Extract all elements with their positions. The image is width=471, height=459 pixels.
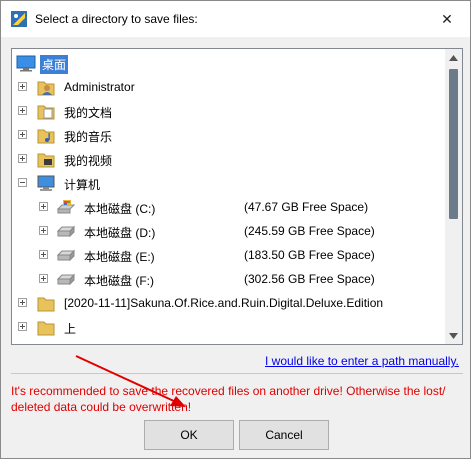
folder-icon: [37, 297, 55, 312]
tree-item-music[interactable]: 我的音乐: [12, 123, 444, 147]
expand-icon[interactable]: [39, 226, 48, 235]
expand-icon[interactable]: [39, 274, 48, 283]
tree-item-administrator[interactable]: Administrator: [12, 75, 444, 99]
divider: [11, 373, 463, 374]
tree-item-drive-d[interactable]: 本地磁盘 (D:) (245.59 GB Free Space): [12, 219, 444, 243]
music-folder-icon: [37, 129, 55, 144]
cancel-button[interactable]: Cancel: [239, 420, 329, 450]
expand-icon[interactable]: [18, 322, 27, 331]
tree-item-label: 桌面: [40, 55, 69, 74]
free-space-text: (47.67 GB Free Space): [244, 200, 369, 214]
tree-item-label: 本地磁盘 (D:): [84, 226, 156, 240]
tree-item-computer[interactable]: 计算机: [12, 171, 444, 195]
tree-item-label: 我的音乐: [64, 130, 113, 144]
documents-folder-icon: [37, 105, 55, 120]
directory-tree[interactable]: 桌面 Administrator 我的文档 我的音乐 我的视频 计算机 本地磁盘…: [11, 48, 463, 345]
tree-item-label: 本地磁盘 (C:): [84, 202, 156, 216]
folder-icon: [36, 341, 56, 345]
tree-item-label: 本地磁盘 (F:): [84, 274, 154, 288]
save-directory-dialog: Select a directory to save files: ✕ 桌面 A…: [0, 0, 471, 459]
tree-item-label: 我的文档: [64, 106, 113, 120]
videos-folder-icon: [37, 153, 55, 168]
expand-icon[interactable]: [18, 130, 27, 139]
system-drive-icon: [56, 200, 76, 214]
warning-text: It's recommended to save the recovered f…: [11, 384, 446, 414]
tree-item-drive-f[interactable]: 本地磁盘 (F:) (302.56 GB Free Space): [12, 267, 444, 291]
title-bar: Select a directory to save files: ✕: [1, 1, 470, 37]
tree-item-folder-shang[interactable]: 上: [12, 315, 444, 339]
computer-icon: [37, 175, 55, 191]
scrollbar-thumb[interactable]: [449, 69, 458, 219]
free-space-text: (183.50 GB Free Space): [244, 248, 375, 262]
chevron-up-icon: [449, 54, 458, 61]
hard-drive-icon: [56, 273, 76, 286]
expand-icon[interactable]: [18, 82, 27, 91]
ok-button[interactable]: OK: [144, 420, 234, 450]
expand-icon[interactable]: [18, 298, 27, 307]
vertical-scrollbar[interactable]: [445, 49, 462, 344]
expand-icon[interactable]: [39, 202, 48, 211]
chevron-down-icon: [449, 332, 458, 339]
tree-item-videos[interactable]: 我的视频: [12, 147, 444, 171]
close-icon: ✕: [441, 10, 453, 27]
expand-icon[interactable]: [18, 106, 27, 115]
scroll-down-button[interactable]: [445, 327, 462, 344]
folder-icon: [37, 321, 55, 336]
hard-drive-icon: [56, 249, 76, 262]
hard-drive-icon: [56, 225, 76, 238]
close-button[interactable]: ✕: [424, 1, 470, 37]
tree-item-label: 本地磁盘 (E:): [84, 250, 155, 264]
tree-item-label: 计算机: [64, 178, 101, 192]
tree-item-label: 下: [64, 344, 76, 345]
dialog-content: 桌面 Administrator 我的文档 我的音乐 我的视频 计算机 本地磁盘…: [1, 37, 470, 458]
tree-item-label: 我的视频: [64, 154, 113, 168]
desktop-icon: [16, 55, 36, 72]
tree-item-label: [2020-11-11]Sakuna.Of.Rice.and.Ruin.Digi…: [64, 296, 384, 310]
window-title: Select a directory to save files:: [35, 12, 198, 26]
free-space-text: (245.59 GB Free Space): [244, 224, 375, 238]
app-icon: [11, 11, 27, 27]
tree-item-label: Administrator: [64, 80, 135, 94]
scroll-up-button[interactable]: [445, 49, 462, 66]
tree-item-desktop[interactable]: 桌面: [12, 51, 444, 75]
tree-item-documents[interactable]: 我的文档: [12, 99, 444, 123]
tree-item-drive-e[interactable]: 本地磁盘 (E:) (183.50 GB Free Space): [12, 243, 444, 267]
tree-item-sakuna-folder[interactable]: [2020-11-11]Sakuna.Of.Rice.and.Ruin.Digi…: [12, 291, 444, 315]
tree-item-folder-xia[interactable]: 下: [12, 339, 444, 345]
free-space-text: (302.56 GB Free Space): [244, 272, 375, 286]
tree-item-drive-c[interactable]: 本地磁盘 (C:) (47.67 GB Free Space): [12, 195, 444, 219]
collapse-icon[interactable]: [18, 178, 27, 187]
expand-icon[interactable]: [39, 250, 48, 259]
manual-path-link[interactable]: I would like to enter a path manually.: [265, 354, 459, 368]
expand-icon[interactable]: [18, 154, 27, 163]
tree-item-label: 上: [64, 322, 77, 336]
user-folder-icon: [37, 81, 55, 96]
